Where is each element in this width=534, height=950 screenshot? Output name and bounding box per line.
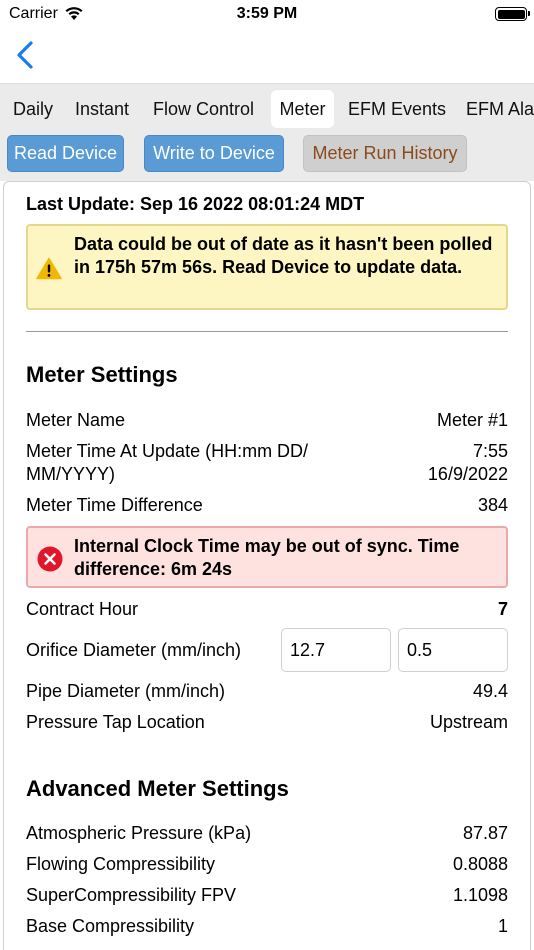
warning-message: Data could be out of date as it hasn't b… — [74, 234, 493, 277]
pipe-diameter-row: Pipe Diameter (mm/inch) 49.4 — [26, 680, 508, 703]
orifice-diameter-mm-input[interactable] — [281, 628, 391, 672]
pressure-tap-location-label: Pressure Tap Location — [26, 712, 205, 732]
meter-time-at-update-label-line2: MM/YYYY) — [26, 464, 116, 484]
action-bar: Read Device Write to Device Meter Run Hi… — [0, 131, 534, 181]
contract-hour-value: 7 — [497, 599, 508, 619]
pipe-diameter-label: Pipe Diameter (mm/inch) — [26, 681, 226, 701]
meter-name-label: Meter Name — [26, 410, 126, 430]
orifice-diameter-inch-input[interactable] — [398, 628, 508, 672]
clock-sync-message: Internal Clock Time may be out of sync. … — [74, 536, 460, 579]
tab-efm-alarms[interactable]: EFM Ala — [466, 90, 534, 128]
meter-settings-title: Meter Settings — [26, 362, 178, 387]
clock: 3:59 PM — [236, 5, 298, 22]
meter-time-value: 7:55 — [472, 441, 508, 461]
warning-icon — [36, 257, 62, 286]
divider — [26, 331, 508, 332]
atmospheric-pressure-label: Atmospheric Pressure (kPa) — [26, 823, 252, 843]
stale-data-warning: Data could be out of date as it hasn't b… — [26, 224, 508, 310]
orifice-diameter-label: Orifice Diameter (mm/inch) — [26, 640, 242, 660]
meter-time-at-update-label-line1: Meter Time At Update (HH:mm DD/ — [26, 441, 309, 461]
meter-run-history-button[interactable]: Meter Run History — [303, 135, 467, 172]
supercompressibility-fpv-row: SuperCompressibility FPV 1.1098 — [26, 884, 508, 907]
back-button[interactable] — [14, 40, 38, 70]
base-compressibility-value: 1 — [497, 916, 508, 936]
meter-time-difference-row: Meter Time Difference 384 — [26, 494, 508, 517]
meter-time-difference-value: 384 — [477, 495, 508, 515]
tab-flow-control[interactable]: Flow Control — [153, 90, 254, 128]
base-compressibility-row: Base Compressibility 1 — [26, 915, 508, 938]
read-device-button[interactable]: Read Device — [7, 135, 124, 172]
flowing-compressibility-row: Flowing Compressibility 0.8088 — [26, 853, 508, 876]
supercompressibility-fpv-value: 1.1098 — [452, 885, 508, 905]
meter-name-value: Meter #1 — [436, 410, 508, 430]
pipe-diameter-value: 49.4 — [472, 681, 508, 701]
chevron-left-icon — [17, 41, 33, 69]
pressure-tap-location-value: Upstream — [429, 712, 508, 732]
meter-time-at-update-value: 7:55 16/9/2022 — [428, 440, 508, 486]
flowing-compressibility-label: Flowing Compressibility — [26, 854, 216, 874]
meter-time-at-update-label: Meter Time At Update (HH:mm DD/ MM/YYYY) — [26, 440, 308, 486]
clock-sync-alert: Internal Clock Time may be out of sync. … — [26, 526, 508, 588]
tab-daily[interactable]: Daily — [13, 90, 53, 128]
last-update-label: Last Update: Sep 16 2022 08:01:24 MDT — [26, 194, 365, 214]
navigation-bar — [0, 30, 534, 83]
write-to-device-button[interactable]: Write to Device — [144, 135, 284, 172]
meter-name-row: Meter Name Meter #1 — [26, 409, 508, 432]
error-icon — [37, 546, 63, 578]
tab-bar: Daily Instant Flow Control Meter EFM Eve… — [0, 83, 534, 131]
pressure-tap-location-row: Pressure Tap Location Upstream — [26, 711, 508, 734]
flowing-compressibility-value: 0.8088 — [452, 854, 508, 874]
base-compressibility-label: Base Compressibility — [26, 916, 195, 936]
tab-meter[interactable]: Meter — [271, 90, 334, 128]
tab-instant[interactable]: Instant — [75, 90, 129, 128]
contract-hour-label: Contract Hour — [26, 599, 139, 619]
supercompressibility-fpv-label: SuperCompressibility FPV — [26, 885, 237, 905]
meter-time-difference-label: Meter Time Difference — [26, 495, 203, 515]
status-bar: Carrier 3:59 PM — [0, 0, 534, 30]
atmospheric-pressure-row: Atmospheric Pressure (kPa) 87.87 — [26, 822, 508, 845]
contract-hour-row: Contract Hour 7 — [26, 598, 508, 621]
tab-efm-events[interactable]: EFM Events — [348, 90, 446, 128]
meter-date-value: 16/9/2022 — [427, 464, 508, 484]
orifice-diameter-row: Orifice Diameter (mm/inch) — [26, 639, 266, 662]
battery-icon — [495, 7, 530, 21]
atmospheric-pressure-value: 87.87 — [462, 823, 508, 843]
advanced-meter-settings-title: Advanced Meter Settings — [26, 776, 289, 801]
meter-time-at-update-row: Meter Time At Update (HH:mm DD/ MM/YYYY)… — [26, 440, 508, 486]
